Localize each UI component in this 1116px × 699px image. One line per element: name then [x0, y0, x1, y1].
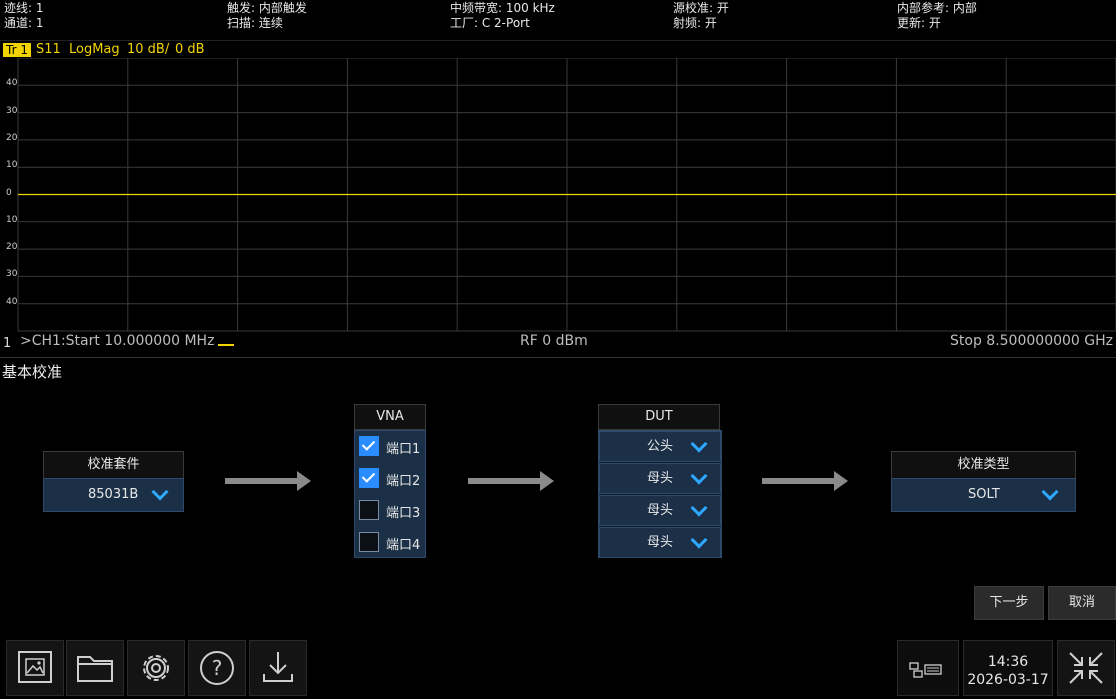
folder-icon [77, 656, 113, 682]
y-tick-label: 10 [6, 214, 18, 225]
file-manager-button[interactable] [66, 640, 124, 696]
trace-parameter[interactable]: S11 [36, 42, 61, 57]
cal-type-select[interactable]: SOLT [891, 478, 1076, 512]
screenshot-button[interactable] [6, 640, 64, 696]
trace-format[interactable]: LogMag [69, 42, 120, 57]
trace-scale[interactable]: 10 dB/ [127, 42, 169, 57]
y-tick-label: 40 [6, 296, 18, 307]
channel-number: 1 [3, 336, 12, 351]
cal-kit-select[interactable]: 85031B [43, 478, 184, 512]
image-icon [18, 651, 52, 683]
y-tick-label: 40 [6, 78, 18, 89]
dut-value: 母头 [647, 503, 674, 518]
network-keyboard-icon [909, 662, 942, 678]
dut-value: 母头 [647, 471, 674, 486]
chevron-down-icon [690, 435, 708, 453]
trace-badge[interactable]: Tr 1 [3, 43, 31, 57]
dut-select[interactable]: 母头 [599, 463, 721, 494]
gear-icon [143, 655, 169, 681]
port-item[interactable]: 端口2 [355, 463, 425, 493]
cal-kit-label: 校准套件 [43, 451, 184, 479]
trace-ref[interactable]: 0 dB [175, 42, 205, 57]
help-button[interactable]: ? [188, 640, 246, 696]
status-bar: 迹线: 1 通道: 1 触发: 内部触发 扫描: 连续 中频带宽: 100 kH… [0, 0, 1116, 36]
bottom-toolbar: ? 14:36 2026-03-17 [0, 638, 1116, 698]
download-icon [263, 652, 293, 682]
section-divider [0, 357, 1116, 358]
clock-time: 14:36 [987, 654, 1029, 670]
y-tick-label: 20 [6, 132, 18, 143]
vna-label: VNA [354, 404, 426, 430]
trace-plot[interactable] [0, 58, 1116, 356]
y-tick-label: 0 [6, 187, 12, 198]
status-sweep: 扫描: 连续 [227, 16, 283, 30]
port-label: 端口1 [386, 442, 421, 457]
trace-header[interactable]: Tr 1 S11 LogMag 10 dB/ 0 dB [0, 40, 1116, 59]
vna-port-list: 端口1 端口2 端口3 端口4 [354, 430, 426, 558]
port-label: 端口3 [386, 506, 421, 521]
flow-arrow [762, 471, 848, 491]
network-status[interactable] [897, 640, 959, 696]
dut-value: 母头 [647, 535, 674, 550]
dut-select[interactable]: 母头 [599, 527, 721, 558]
dut-select[interactable]: 母头 [599, 495, 721, 526]
cal-type-label: 校准类型 [891, 451, 1076, 479]
chevron-down-icon [1041, 483, 1059, 501]
status-cal: 工厂: C 2-Port [450, 16, 530, 30]
cal-kit-value: 85031B [88, 487, 139, 502]
cal-type-value: SOLT [968, 487, 1000, 502]
status-trigger: 触发: 内部触发 [227, 1, 307, 15]
port-item[interactable]: 端口4 [355, 527, 425, 557]
status-trace: 迹线: 1 [4, 1, 44, 15]
collapse-icon [1069, 652, 1103, 684]
dut-label: DUT [598, 404, 720, 430]
dut-select[interactable]: 公头 [599, 431, 721, 462]
flow-arrow [225, 471, 311, 491]
chevron-down-icon [151, 483, 169, 501]
status-source-cal: 源校准: 开 [673, 1, 729, 15]
port-checkbox-3[interactable] [359, 500, 379, 520]
port-checkbox-2[interactable] [359, 468, 379, 488]
clock-date: 2026-03-17 [967, 672, 1049, 688]
status-if-bandwidth: 中频带宽: 100 kHz [450, 1, 555, 15]
section-title: 基本校准 [2, 363, 63, 381]
y-tick-label: 30 [6, 105, 18, 116]
dut-value: 公头 [647, 439, 674, 454]
status-update: 更新: 开 [897, 16, 941, 30]
plot-area[interactable]: 40 30 20 10 0 10 20 30 40 1 >CH1:Start 10.000000… [0, 58, 1116, 356]
rf-power[interactable]: RF 0 dBm [520, 333, 588, 349]
save-button[interactable] [249, 640, 307, 696]
help-icon: ? [200, 651, 234, 685]
status-rf: 射频: 开 [673, 16, 717, 30]
port-item[interactable]: 端口3 [355, 495, 425, 525]
channel-marker [218, 344, 234, 346]
status-channel: 通道: 1 [4, 16, 44, 30]
chevron-down-icon [690, 467, 708, 485]
y-tick-label: 10 [6, 160, 18, 171]
clock[interactable]: 14:36 2026-03-17 [963, 640, 1053, 696]
port-checkbox-1[interactable] [359, 436, 379, 456]
cancel-button[interactable]: 取消 [1048, 586, 1116, 620]
chevron-down-icon [690, 531, 708, 549]
flow-arrow [468, 471, 554, 491]
fullscreen-button[interactable] [1057, 640, 1115, 696]
next-button[interactable]: 下一步 [974, 586, 1044, 620]
svg-text:?: ? [212, 656, 223, 680]
y-tick-label: 30 [6, 269, 18, 280]
status-internal-ref: 内部参考: 内部 [897, 1, 977, 15]
port-checkbox-4[interactable] [359, 532, 379, 552]
stop-frequency[interactable]: Stop 8.500000000 GHz [950, 333, 1113, 349]
port-label: 端口4 [386, 538, 421, 553]
port-item[interactable]: 端口1 [355, 431, 425, 461]
port-label: 端口2 [386, 474, 421, 489]
settings-button[interactable] [127, 640, 185, 696]
chevron-down-icon [690, 499, 708, 517]
y-tick-label: 20 [6, 242, 18, 253]
start-frequency[interactable]: >CH1:Start 10.000000 MHz [20, 333, 214, 349]
dut-list: 公头 母头 母头 母头 [598, 430, 722, 558]
